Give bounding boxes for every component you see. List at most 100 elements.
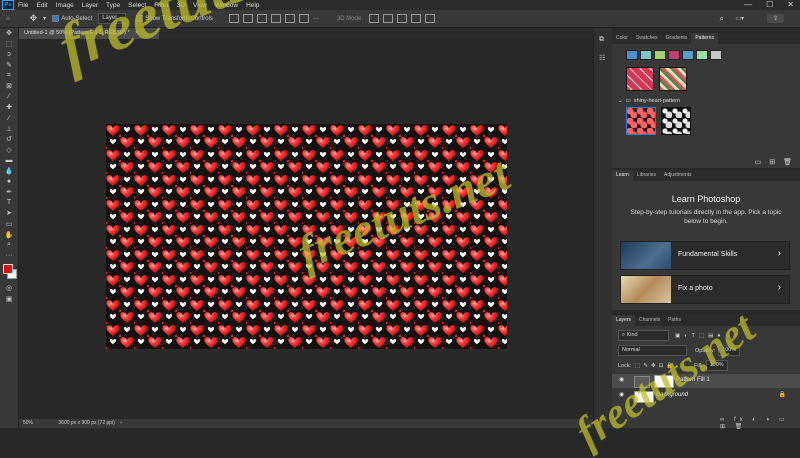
tab-paths[interactable]: Paths — [664, 315, 685, 326]
lock-icon[interactable]: 🔒 — [779, 391, 786, 398]
recent-pattern-swatch[interactable] — [626, 50, 638, 60]
3d-tools — [368, 14, 439, 23]
healing-brush-tool-icon[interactable]: ✚ — [0, 102, 18, 113]
tab-swatches[interactable]: Swatches — [632, 33, 662, 44]
tab-channels[interactable]: Channels — [635, 315, 664, 326]
chevron-right-icon: › — [777, 248, 781, 259]
tab-libraries[interactable]: Libraries — [633, 170, 660, 181]
tab-color[interactable]: Color — [612, 33, 632, 44]
delete-icon[interactable]: 🗑 — [783, 158, 792, 166]
topic-fundamental-skills[interactable]: Fundamental Skills › — [620, 241, 790, 270]
history-brush-tool-icon[interactable]: ↺ — [0, 134, 18, 145]
align-bottom-icon[interactable] — [298, 14, 309, 23]
hand-tool-icon[interactable]: ✋ — [0, 229, 18, 240]
quick-mask-icon[interactable]: ◎ — [0, 283, 18, 294]
maximize-button[interactable]: ☐ — [766, 0, 773, 9]
group-pattern-thumbs — [612, 104, 800, 137]
3d-scale-icon[interactable] — [424, 14, 435, 23]
move-tool-icon[interactable]: ✥ — [30, 13, 38, 24]
learn-subtitle: Step-by-step tutorials directly in the a… — [630, 209, 782, 225]
properties-panel-icon[interactable]: ☷ — [599, 54, 612, 62]
move-tool-icon[interactable]: ✥ — [0, 28, 18, 39]
clone-stamp-tool-icon[interactable]: ⊥ — [0, 123, 18, 134]
path-selection-tool-icon[interactable]: ➤ — [0, 208, 18, 219]
share-icon[interactable]: ⇪ — [766, 14, 784, 23]
3d-slide-icon[interactable] — [410, 14, 421, 23]
home-icon[interactable]: ⌂ — [6, 16, 10, 22]
align-middle-icon[interactable] — [284, 14, 295, 23]
recent-pattern-swatch[interactable] — [654, 50, 666, 60]
3d-roll-icon[interactable] — [382, 14, 393, 23]
folder-icon: ▭ — [625, 98, 631, 104]
topic-fix-a-photo[interactable]: Fix a photo › — [620, 275, 790, 304]
status-bar: 50% 3600 px x 900 px (72 ppi) › — [19, 419, 610, 428]
learn-title: Learn Photoshop — [671, 194, 741, 204]
recent-pattern-swatch[interactable] — [696, 50, 708, 60]
menu-file[interactable]: File — [18, 2, 28, 9]
quick-select-tool-icon[interactable]: ✎ — [0, 60, 18, 71]
3d-mode-label: 3D Mode: — [336, 15, 363, 22]
more-options-icon[interactable]: ··· — [313, 16, 319, 22]
screen-mode-icon[interactable]: ▣ — [0, 294, 18, 305]
document-size: 3600 px x 900 px (72 ppi) — [58, 420, 115, 426]
recent-pattern-swatch[interactable] — [668, 50, 680, 60]
pattern-group-name: shiny-heart-pattern — [633, 98, 680, 104]
menu-edit[interactable]: Edit — [36, 2, 47, 9]
type-tool-icon[interactable]: T — [0, 198, 18, 209]
marquee-tool-icon[interactable]: ⬚ — [0, 39, 18, 50]
pen-tool-icon[interactable]: ✒ — [0, 187, 18, 198]
zoom-tool-icon[interactable]: ⌕ — [0, 240, 18, 251]
zoom-level[interactable]: 50% — [23, 420, 33, 426]
more-tools-icon[interactable]: ··· — [0, 250, 18, 261]
frame-tool-icon[interactable]: ⊠ — [0, 81, 18, 92]
fundamental-skills-thumbnail — [621, 242, 671, 269]
foreground-color-swatch[interactable] — [3, 264, 13, 275]
panel-dock-strip: ⧉ ☷ — [593, 28, 612, 428]
shiny-heart-pattern-thumb[interactable] — [626, 107, 656, 135]
dodge-tool-icon[interactable]: ● — [0, 176, 18, 187]
history-panel-icon[interactable]: ⧉ — [599, 36, 612, 44]
white-heart-pattern-thumb[interactable] — [660, 107, 691, 135]
gradient-tool-icon[interactable]: ▬ — [0, 155, 18, 166]
tools-panel: ✥ ⬚ ↄ ✎ ⌗ ⊠ ⁄ ✚ ∕ ⊥ ↺ ◇ ▬ 💧 ● ✒ T ➤ ▭ ✋ … — [0, 28, 19, 428]
tab-layers[interactable]: Layers — [612, 315, 636, 326]
align-top-icon[interactable] — [270, 14, 281, 23]
align-right-icon[interactable] — [256, 14, 267, 23]
tab-patterns[interactable]: Patterns — [691, 33, 718, 44]
pattern-thumb[interactable] — [626, 67, 654, 91]
new-pattern-icon[interactable]: ⊞ — [769, 158, 775, 166]
brush-tool-icon[interactable]: ∕ — [0, 113, 18, 124]
recent-pattern-swatch[interactable] — [640, 50, 652, 60]
workspace-icon[interactable]: ▭▾ — [735, 15, 744, 22]
learn-panel-tabs: Learn Libraries Adjustments — [612, 170, 800, 181]
filter-kind-dropdown[interactable]: ⌕ Kind — [618, 330, 669, 341]
patterns-panel-tabs: Color Swatches Gradients Patterns — [612, 33, 800, 44]
minimize-button[interactable]: — — [744, 0, 752, 9]
fix-a-photo-thumbnail — [621, 276, 671, 303]
patterns-panel-footer: ▭ ⊞ 🗑 — [755, 158, 792, 166]
new-group-icon[interactable]: ▭ — [755, 158, 762, 166]
eyedropper-tool-icon[interactable]: ⁄ — [0, 92, 18, 103]
status-chevron-icon[interactable]: › — [120, 420, 122, 426]
pattern-group-header[interactable]: ⌄ ▭ shiny-heart-pattern — [612, 93, 800, 104]
window-controls: — ☐ ✕ — [744, 0, 794, 9]
recent-pattern-swatch[interactable] — [682, 50, 694, 60]
3d-pan-icon[interactable] — [396, 14, 407, 23]
patterns-panel: Color Swatches Gradients Patterns ⌄ ▭ sh… — [612, 33, 800, 168]
tab-adjustments[interactable]: Adjustments — [660, 170, 696, 181]
tool-preset-chevron-icon[interactable]: ▾ — [43, 15, 46, 22]
crop-tool-icon[interactable]: ⌗ — [0, 70, 18, 81]
lasso-tool-icon[interactable]: ↄ — [0, 49, 18, 60]
close-button[interactable]: ✕ — [787, 0, 794, 9]
tab-gradients[interactable]: Gradients — [662, 33, 692, 44]
search-icon[interactable]: ⌕ — [720, 14, 724, 24]
3d-orbit-icon[interactable] — [368, 14, 379, 23]
eraser-tool-icon[interactable]: ◇ — [0, 145, 18, 156]
tab-learn[interactable]: Learn — [612, 170, 633, 181]
pattern-thumb[interactable] — [658, 67, 687, 91]
shape-tool-icon[interactable]: ▭ — [0, 219, 18, 230]
recent-pattern-swatch[interactable] — [710, 50, 722, 60]
recent-patterns — [612, 44, 800, 62]
color-swatches — [0, 261, 18, 283]
blur-tool-icon[interactable]: 💧 — [0, 166, 18, 177]
